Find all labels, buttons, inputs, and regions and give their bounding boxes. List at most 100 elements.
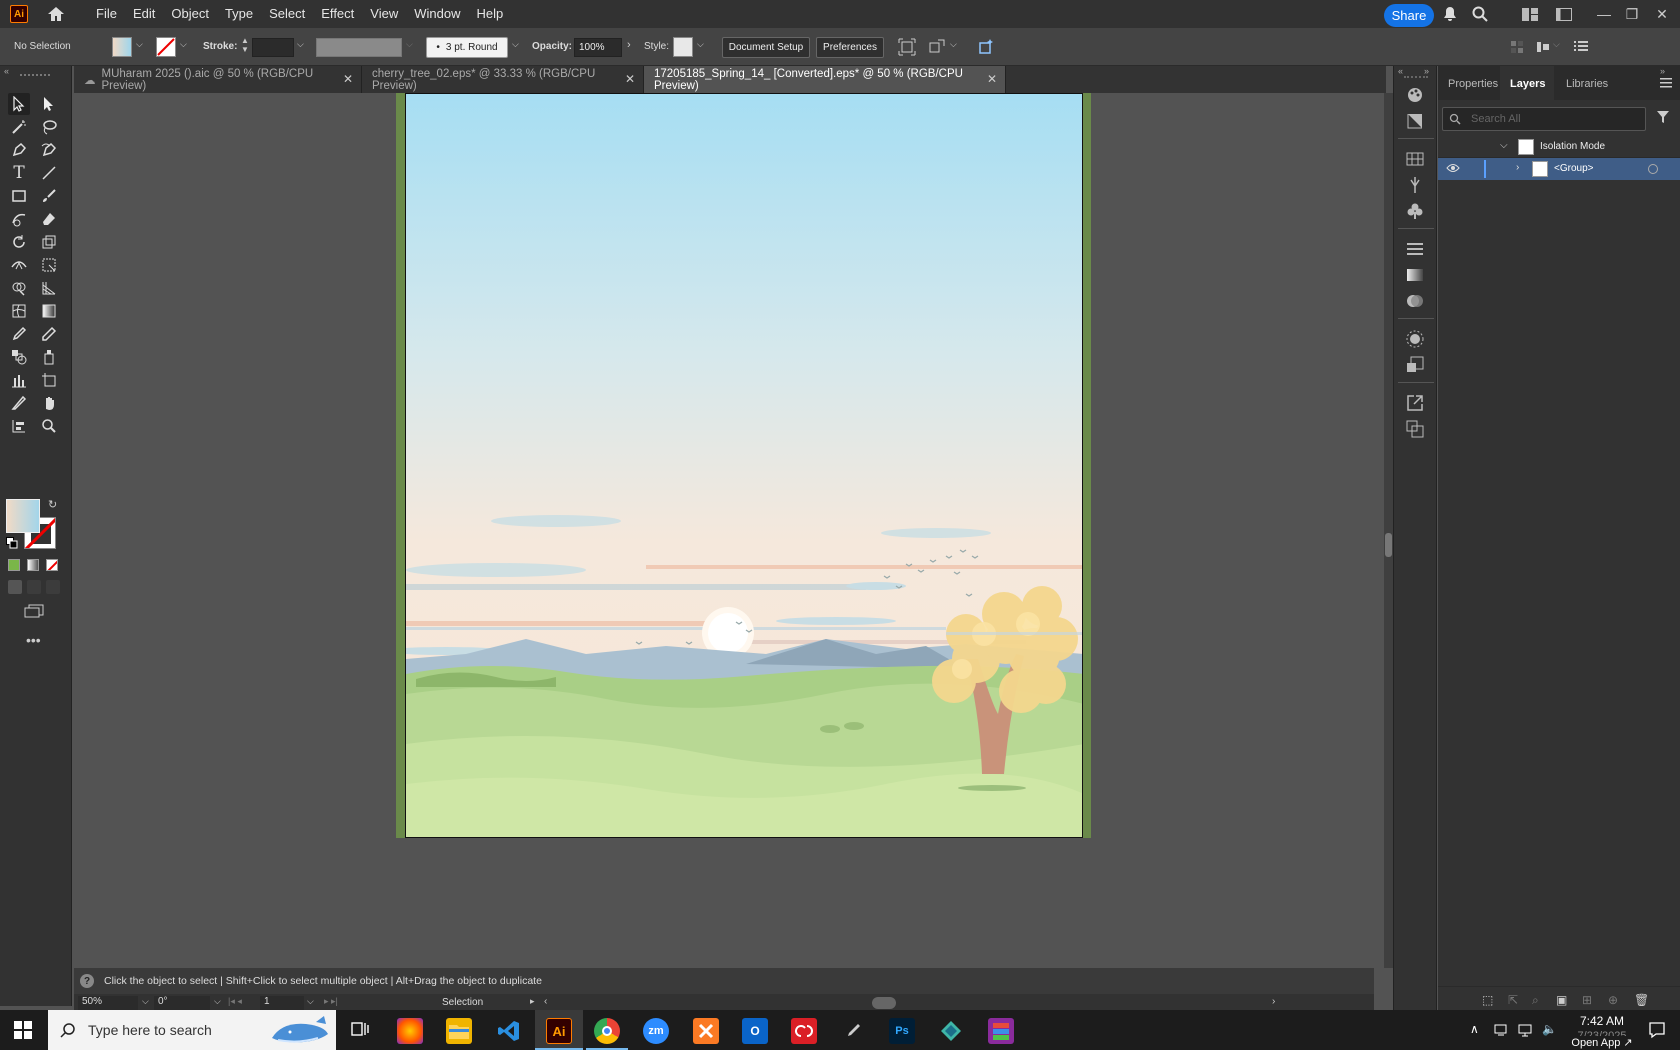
close-tab-icon[interactable]: ✕ <box>987 72 997 86</box>
collapse-arrow-icon[interactable]: ⌵ <box>1500 140 1508 151</box>
xampp-icon[interactable] <box>693 1018 719 1044</box>
chrome-icon[interactable] <box>594 1018 620 1044</box>
color-guide-icon[interactable] <box>1406 112 1424 130</box>
symbol-sprayer-tool-icon[interactable] <box>38 346 60 368</box>
style-dropdown-icon[interactable]: ⌵ <box>697 39 704 50</box>
stroke-dropdown-icon[interactable]: ⌵ <box>180 39 187 50</box>
first-artboard-icon[interactable]: |◂ ◂ <box>228 996 242 1007</box>
clock-time[interactable]: 7:42 AM <box>1564 1014 1640 1028</box>
diamond-app-icon[interactable] <box>938 1018 964 1044</box>
line-tool-icon[interactable] <box>38 162 60 184</box>
menu-edit[interactable]: Edit <box>125 0 163 28</box>
fill-color-front[interactable] <box>6 499 40 533</box>
bell-icon[interactable] <box>1442 6 1458 22</box>
curvature-tool-icon[interactable] <box>38 139 60 161</box>
collect-export-icon[interactable]: ⬚ <box>1482 993 1493 1007</box>
distribute-dropdown-icon[interactable]: ⌵ <box>1553 39 1560 50</box>
gradient-mode-icon[interactable] <box>27 559 39 571</box>
delete-layer-icon[interactable]: 🗑 <box>1634 993 1649 1007</box>
perspective-grid-tool-icon[interactable] <box>38 277 60 299</box>
graphic-styles-icon[interactable] <box>1406 356 1424 374</box>
transform-icon[interactable] <box>928 38 946 56</box>
vscode-icon[interactable] <box>496 1018 522 1044</box>
rotation-field[interactable]: 0° <box>154 996 210 1010</box>
stroke-swatch[interactable] <box>156 37 176 57</box>
arrange-icon[interactable] <box>1510 40 1524 54</box>
menu-type[interactable]: Type <box>217 0 261 28</box>
close-tab-icon[interactable]: ✕ <box>343 72 353 86</box>
appearance-icon[interactable] <box>1406 330 1424 348</box>
direct-selection-tool-icon[interactable] <box>38 93 60 115</box>
document-setup-button[interactable]: Document Setup <box>722 37 810 58</box>
tray-display-icon[interactable] <box>1518 1023 1534 1037</box>
menu-window[interactable]: Window <box>406 0 468 28</box>
close-tab-icon[interactable]: ✕ <box>625 72 635 86</box>
status-menu-arrow-icon[interactable]: ▸ <box>530 996 535 1007</box>
variable-width-profile[interactable] <box>316 38 402 57</box>
draw-inside-icon[interactable] <box>46 580 60 594</box>
isolation-mode-row[interactable]: ⌵ Isolation Mode <box>1438 136 1680 158</box>
vertical-scroll-thumb[interactable] <box>1385 533 1392 557</box>
strip-grip[interactable] <box>1404 76 1428 78</box>
tab-libraries[interactable]: Libraries <box>1566 78 1608 90</box>
clipping-mask-icon[interactable]: ▣ <box>1556 993 1567 1007</box>
tray-network-share-icon[interactable] <box>1494 1023 1510 1037</box>
default-colors-icon[interactable] <box>6 537 18 549</box>
panel-collapse-icon[interactable]: » <box>1660 66 1665 76</box>
align-icon[interactable] <box>898 38 916 56</box>
menu-help[interactable]: Help <box>468 0 511 28</box>
artboard-number-field[interactable]: 1 <box>260 996 304 1010</box>
draw-normal-icon[interactable] <box>8 580 22 594</box>
eyedropper-tool-icon[interactable] <box>8 323 30 345</box>
profile-dropdown-icon[interactable]: ⌵ <box>406 39 413 50</box>
color-mode-icon[interactable] <box>8 559 20 571</box>
zoom-icon[interactable]: zm <box>643 1018 669 1044</box>
new-layer-icon[interactable]: ⊕ <box>1608 993 1618 1007</box>
brush-definition[interactable]: • 3 pt. Round <box>426 37 508 58</box>
free-transform-tool-icon[interactable] <box>38 254 60 276</box>
collapse-strip-icon[interactable]: « <box>1398 66 1403 76</box>
expand-strip-icon[interactable]: » <box>1424 66 1429 76</box>
illustrator-task-icon[interactable]: Ai <box>546 1018 572 1044</box>
draw-behind-icon[interactable] <box>27 580 41 594</box>
menu-view[interactable]: View <box>362 0 406 28</box>
selection-tool-icon[interactable] <box>8 93 30 115</box>
expand-arrow-icon[interactable]: › <box>1516 162 1519 173</box>
menu-file[interactable]: File <box>88 0 125 28</box>
outlook-icon[interactable]: O <box>742 1018 768 1044</box>
task-view-icon[interactable] <box>350 1020 370 1038</box>
measure-tool-icon[interactable] <box>38 323 60 345</box>
paintbrush-tool-icon[interactable] <box>38 185 60 207</box>
blend-tool-icon[interactable] <box>8 346 30 368</box>
artboard[interactable] <box>405 93 1083 838</box>
export-asset-icon[interactable]: ⇱ <box>1508 993 1518 1007</box>
collapse-toolbar-icon[interactable]: « <box>4 66 9 76</box>
search-icon[interactable] <box>1472 6 1488 22</box>
more-tools-icon[interactable]: ••• <box>26 632 41 648</box>
winrar-icon[interactable] <box>988 1018 1014 1044</box>
print-tiling-tool-icon[interactable] <box>8 415 30 437</box>
file-explorer-icon[interactable] <box>446 1018 472 1044</box>
export-icon[interactable] <box>1406 394 1424 412</box>
rotation-dropdown-icon[interactable]: ⌵ <box>214 996 221 1007</box>
transform-dropdown-icon[interactable]: ⌵ <box>950 39 957 50</box>
brushes-icon[interactable] <box>1406 176 1424 194</box>
home-icon[interactable] <box>46 5 66 23</box>
filter-icon[interactable] <box>1656 110 1670 124</box>
shaper-tool-icon[interactable] <box>8 208 30 230</box>
group-layer-row[interactable]: › <Group> <box>1438 158 1680 180</box>
locate-object-icon[interactable]: ⌕ <box>1532 993 1539 1008</box>
fill-dropdown-icon[interactable]: ⌵ <box>136 39 143 50</box>
tab-properties[interactable]: Properties <box>1448 78 1498 90</box>
help-icon[interactable]: ? <box>80 974 94 988</box>
distribute-icon[interactable] <box>1536 40 1550 54</box>
stroke-weight-dropdown-icon[interactable]: ⌵ <box>297 39 304 50</box>
vertical-scrollbar[interactable] <box>1384 93 1393 968</box>
lasso-tool-icon[interactable] <box>38 116 60 138</box>
recolor-icon[interactable] <box>978 37 996 55</box>
share-button[interactable]: Share <box>1384 4 1434 27</box>
pen-app-icon[interactable] <box>840 1018 866 1044</box>
scale-tool-icon[interactable] <box>38 231 60 253</box>
tray-overflow-icon[interactable]: ∧ <box>1470 1022 1479 1036</box>
tab-spring[interactable]: 17205185_Spring_14_ [Converted].eps* @ 5… <box>644 66 1006 93</box>
